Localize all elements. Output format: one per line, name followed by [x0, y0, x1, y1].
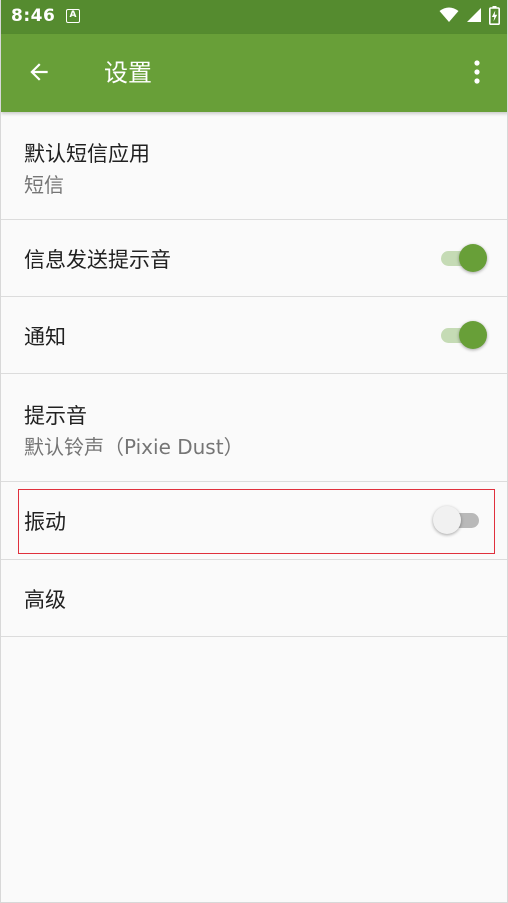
status-bar: 8:46 A	[1, 0, 507, 34]
more-options-button[interactable]	[459, 54, 495, 94]
pref-notifications[interactable]: 通知	[1, 297, 507, 374]
pref-title: 信息发送提示音	[24, 248, 171, 272]
pref-title: 默认短信应用	[24, 142, 150, 166]
pref-send-sound[interactable]: 信息发送提示音	[1, 220, 507, 297]
status-time: 8:46	[11, 6, 56, 26]
pref-title: 振动	[24, 510, 66, 534]
pref-default-sms-app[interactable]: 默认短信应用 短信	[1, 112, 507, 220]
pref-title: 提示音	[24, 404, 87, 428]
settings-screen: 8:46 A 设置 默认短信应用 短信 信息发送提示音 通知 提示音 默认铃声（…	[0, 0, 508, 903]
switch-thumb	[459, 321, 487, 349]
notifications-switch[interactable]	[441, 321, 487, 349]
back-button[interactable]	[19, 54, 59, 94]
pref-vibrate[interactable]: 振动	[1, 482, 507, 560]
vibrate-switch[interactable]	[433, 506, 479, 534]
pref-advanced[interactable]: 高级	[1, 560, 507, 637]
pref-summary: 短信	[24, 173, 64, 197]
battery-charging-icon	[489, 5, 500, 29]
send-sound-switch[interactable]	[441, 244, 487, 272]
pref-ringtone[interactable]: 提示音 默认铃声（Pixie Dust）	[1, 374, 507, 482]
wifi-icon	[439, 7, 459, 27]
more-vert-icon	[473, 59, 481, 89]
signal-icon	[466, 7, 482, 27]
pref-summary: 默认铃声（Pixie Dust）	[24, 435, 244, 459]
switch-thumb	[433, 506, 461, 534]
settings-list: 默认短信应用 短信 信息发送提示音 通知 提示音 默认铃声（Pixie Dust…	[1, 112, 507, 637]
keyboard-notification-icon: A	[66, 9, 80, 23]
switch-thumb	[459, 244, 487, 272]
pref-title: 通知	[24, 325, 66, 349]
pref-title: 高级	[24, 588, 66, 612]
page-title: 设置	[104, 59, 152, 87]
arrow-left-icon	[26, 59, 52, 89]
status-icons	[439, 5, 500, 29]
app-bar: 设置	[1, 34, 507, 112]
